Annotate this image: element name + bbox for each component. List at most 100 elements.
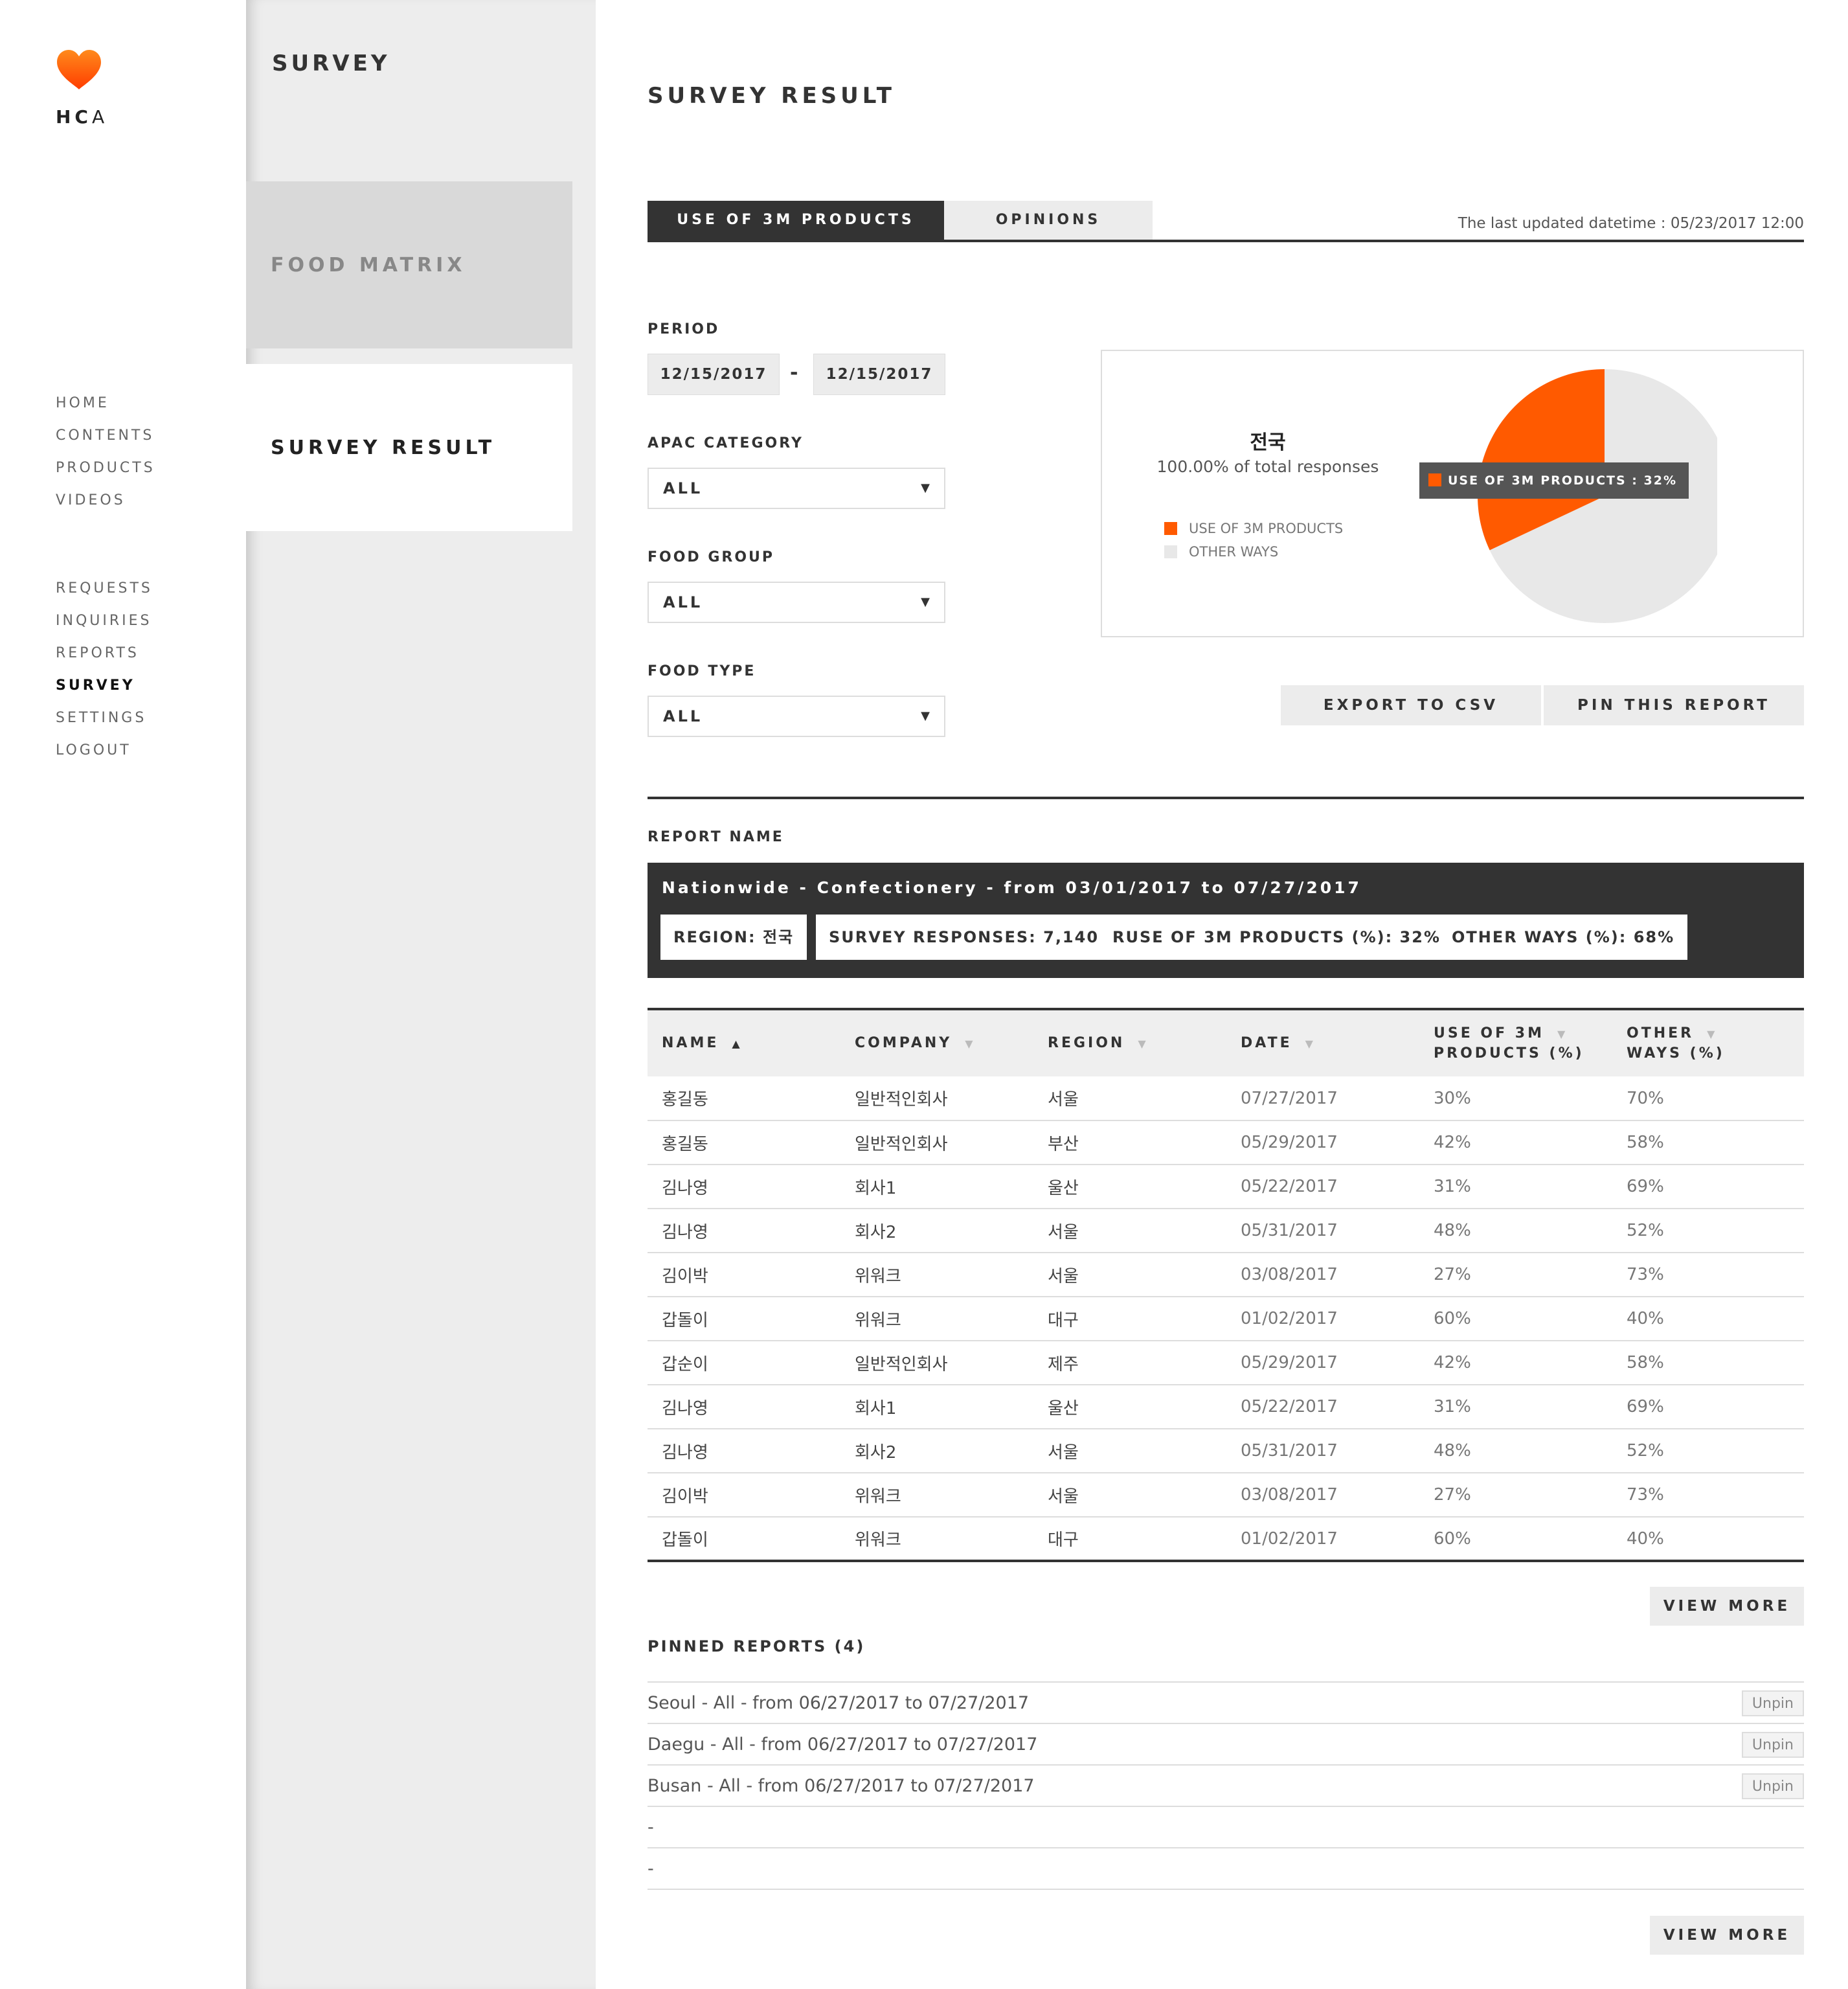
- pin-report-button[interactable]: PIN THIS REPORT: [1544, 685, 1804, 725]
- cell-other-percent: 69%: [1612, 1165, 1804, 1209]
- table-row[interactable]: 김나영 회사1 울산 05/22/2017 31% 69%: [648, 1385, 1804, 1429]
- cell-region: 제주: [1033, 1341, 1226, 1385]
- cell-use-percent: 31%: [1419, 1385, 1612, 1429]
- food-group-select[interactable]: ALL ▼: [648, 582, 945, 623]
- legend-swatch: [1164, 545, 1177, 558]
- unpin-button[interactable]: Unpin: [1741, 1690, 1804, 1716]
- chip-use-percent: RUSE OF 3M PRODUCTS (%): 32%: [1099, 915, 1454, 960]
- cell-company: 위워크: [840, 1473, 1033, 1517]
- food-type-select[interactable]: ALL ▼: [648, 696, 945, 737]
- cell-other-percent: 52%: [1612, 1209, 1804, 1253]
- table-header-row: NAME ▲ COMPANY ▼ REGION ▼ DATE ▼ USE OF 3M ▼ P…: [648, 1009, 1804, 1076]
- last-updated-text: The last updated datetime : 05/23/2017 1…: [1458, 215, 1804, 232]
- cell-company: 회사1: [840, 1165, 1033, 1209]
- nav-item-requests[interactable]: REQUESTS: [56, 573, 153, 605]
- table-row[interactable]: 김나영 회사2 서울 05/31/2017 48% 52%: [648, 1429, 1804, 1473]
- nav-item-inquiries[interactable]: INQUIRIES: [56, 605, 153, 637]
- chevron-down-icon: ▼: [921, 595, 930, 609]
- nav-item-products[interactable]: PRODUCTS: [56, 452, 155, 484]
- chart-subtitle: 100.00% of total responses: [1156, 457, 1379, 476]
- submenu-item-survey-result[interactable]: SURVEY RESULT: [246, 364, 572, 531]
- cell-use-percent: 30%: [1419, 1076, 1612, 1121]
- submenu-item-food-matrix[interactable]: FOOD MATRIX: [246, 181, 572, 348]
- view-more-button[interactable]: VIEW MORE: [1650, 1587, 1804, 1626]
- period-label: PERIOD: [648, 321, 720, 337]
- table-row[interactable]: 갑돌이 위워크 대구 01/02/2017 60% 40%: [648, 1297, 1804, 1341]
- column-header-date[interactable]: DATE ▼: [1226, 1009, 1419, 1076]
- table-row[interactable]: 홍길동 일반적인회사 서울 07/27/2017 30% 70%: [648, 1076, 1804, 1121]
- tab-bar: USE OF 3M PRODUCTS OPINIONS The last upd…: [648, 201, 1804, 242]
- sort-down-icon: ▼: [1557, 1027, 1566, 1040]
- pinned-report-label: Busan - All - from 06/27/2017 to 07/27/2…: [648, 1776, 1035, 1796]
- cell-region: 울산: [1033, 1165, 1226, 1209]
- cell-company: 회사2: [840, 1429, 1033, 1473]
- cell-other-percent: 73%: [1612, 1253, 1804, 1297]
- cell-use-percent: 31%: [1419, 1165, 1612, 1209]
- legend-item-use: USE OF 3M PRODUCTS: [1164, 521, 1343, 536]
- cell-use-percent: 27%: [1419, 1253, 1612, 1297]
- select-value: ALL: [663, 593, 703, 611]
- export-csv-button[interactable]: EXPORT TO CSV: [1281, 685, 1541, 725]
- nav-item-contents[interactable]: CONTENTS: [56, 420, 155, 452]
- nav-item-reports[interactable]: REPORTS: [56, 637, 153, 670]
- pinned-reports-list: Seoul - All - from 06/27/2017 to 07/27/2…: [648, 1681, 1804, 1890]
- sort-down-icon: ▼: [965, 1037, 973, 1050]
- column-header-company[interactable]: COMPANY ▼: [840, 1009, 1033, 1076]
- pinned-report-item[interactable]: Busan - All - from 06/27/2017 to 07/27/2…: [648, 1766, 1804, 1807]
- cell-date: 05/22/2017: [1226, 1165, 1419, 1209]
- cell-use-percent: 60%: [1419, 1297, 1612, 1341]
- column-header-name[interactable]: NAME ▲: [648, 1009, 840, 1076]
- table-row[interactable]: 김나영 회사2 서울 05/31/2017 48% 52%: [648, 1209, 1804, 1253]
- pinned-report-item[interactable]: Seoul - All - from 06/27/2017 to 07/27/2…: [648, 1683, 1804, 1724]
- nav-item-videos[interactable]: VIDEOS: [56, 484, 155, 517]
- cell-company: 위워크: [840, 1253, 1033, 1297]
- cell-date: 05/29/2017: [1226, 1120, 1419, 1165]
- table-row[interactable]: 갑순이 일반적인회사 제주 05/29/2017 42% 58%: [648, 1341, 1804, 1385]
- cell-name: 김나영: [648, 1429, 840, 1473]
- main-content: SURVEY RESULT USE OF 3M PRODUCTS OPINION…: [648, 0, 1804, 1989]
- cell-date: 01/02/2017: [1226, 1297, 1419, 1341]
- pinned-report-item[interactable]: Daegu - All - from 06/27/2017 to 07/27/2…: [648, 1724, 1804, 1766]
- unpin-button[interactable]: Unpin: [1741, 1732, 1804, 1758]
- pinned-report-label: Daegu - All - from 06/27/2017 to 07/27/2…: [648, 1734, 1038, 1755]
- apac-category-select[interactable]: ALL ▼: [648, 468, 945, 509]
- tab-opinions[interactable]: OPINIONS: [944, 201, 1153, 240]
- date-separator: -: [790, 361, 798, 384]
- select-value: ALL: [663, 707, 703, 725]
- nav-item-home[interactable]: HOME: [56, 387, 155, 420]
- table-row[interactable]: 김나영 회사1 울산 05/22/2017 31% 69%: [648, 1165, 1804, 1209]
- cell-company: 일반적인회사: [840, 1076, 1033, 1121]
- cell-region: 서울: [1033, 1209, 1226, 1253]
- cell-region: 서울: [1033, 1076, 1226, 1121]
- cell-other-percent: 58%: [1612, 1120, 1804, 1165]
- column-header-region[interactable]: REGION ▼: [1033, 1009, 1226, 1076]
- nav-item-logout[interactable]: LOGOUT: [56, 734, 153, 767]
- report-title: Nationwide - Confectionery - from 03/01/…: [662, 878, 1362, 897]
- cell-use-percent: 42%: [1419, 1120, 1612, 1165]
- column-header-other[interactable]: OTHER ▼ WAYS (%): [1612, 1009, 1804, 1076]
- cell-name: 갑순이: [648, 1341, 840, 1385]
- view-more-pinned-button[interactable]: VIEW MORE: [1650, 1916, 1804, 1955]
- table-row[interactable]: 홍길동 일반적인회사 부산 05/29/2017 42% 58%: [648, 1120, 1804, 1165]
- cell-other-percent: 69%: [1612, 1385, 1804, 1429]
- cell-company: 회사2: [840, 1209, 1033, 1253]
- table-row[interactable]: 갑돌이 위워크 대구 01/02/2017 60% 40%: [648, 1517, 1804, 1562]
- table-row[interactable]: 김이박 위워크 서울 03/08/2017 27% 73%: [648, 1473, 1804, 1517]
- nav-item-settings[interactable]: SETTINGS: [56, 702, 153, 734]
- cell-region: 서울: [1033, 1473, 1226, 1517]
- pinned-report-label: -: [648, 1817, 654, 1837]
- report-name-label: REPORT NAME: [648, 829, 784, 845]
- date-from-input[interactable]: 12/15/2017: [648, 354, 780, 395]
- date-to-input[interactable]: 12/15/2017: [813, 354, 945, 395]
- tab-use-of-3m-products[interactable]: USE OF 3M PRODUCTS: [648, 201, 944, 240]
- nav-item-survey[interactable]: SURVEY: [56, 670, 153, 702]
- pinned-report-item: -: [648, 1848, 1804, 1890]
- legend-swatch: [1164, 522, 1177, 535]
- cell-company: 위워크: [840, 1517, 1033, 1562]
- cell-date: 03/08/2017: [1226, 1473, 1419, 1517]
- food-type-label: FOOD TYPE: [648, 663, 756, 679]
- column-header-use[interactable]: USE OF 3M ▼ PRODUCTS (%): [1419, 1009, 1612, 1076]
- unpin-button[interactable]: Unpin: [1741, 1773, 1804, 1799]
- table-row[interactable]: 김이박 위워크 서울 03/08/2017 27% 73%: [648, 1253, 1804, 1297]
- cell-use-percent: 60%: [1419, 1517, 1612, 1562]
